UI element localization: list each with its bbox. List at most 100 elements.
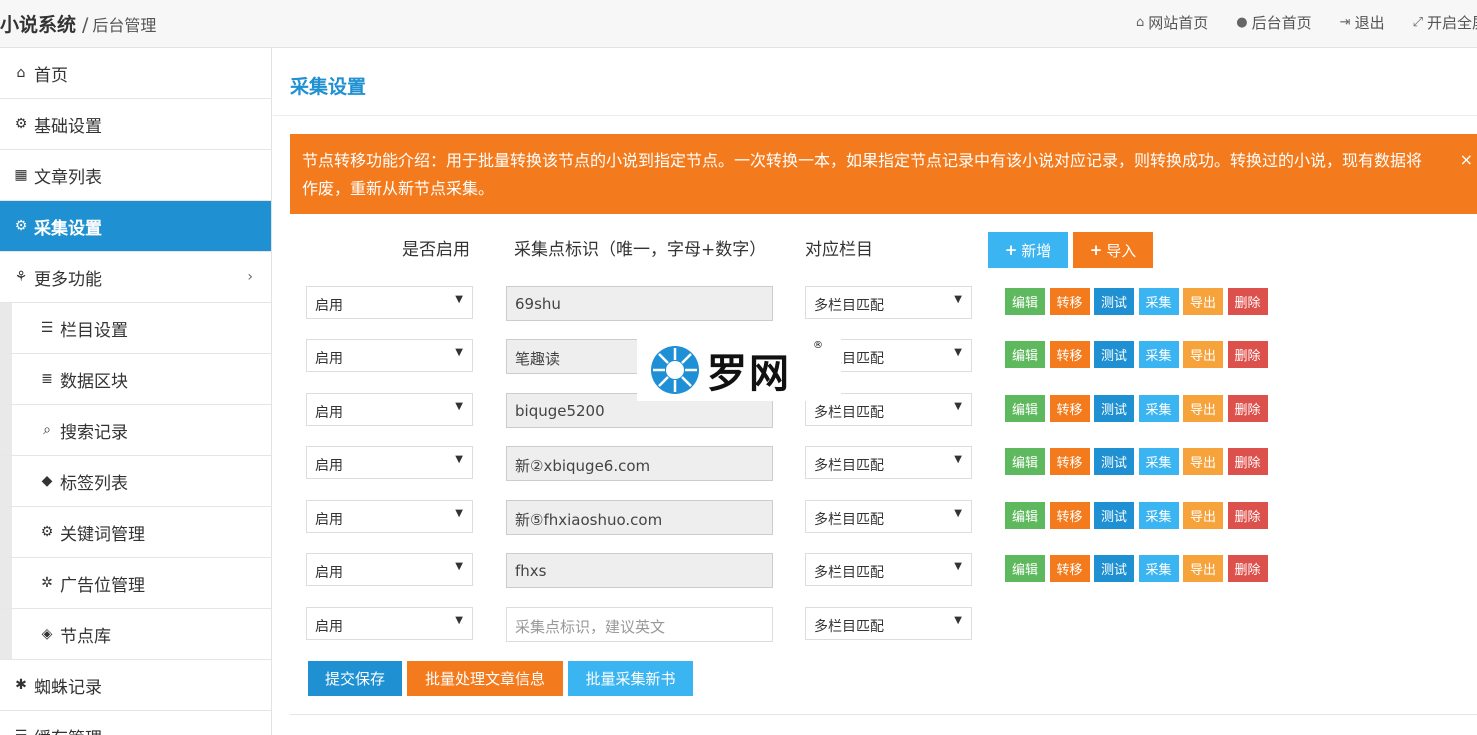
test-button[interactable]: 测试 [1094, 502, 1134, 529]
new-source-id-input[interactable]: 采集点标识，建议英文 [506, 607, 773, 642]
test-button[interactable]: 测试 [1094, 341, 1134, 368]
import-button[interactable]: + 导入 [1073, 232, 1153, 268]
brand-title: 小说系统 [0, 14, 77, 36]
collect-button[interactable]: 采集 [1138, 341, 1179, 368]
sidebar-item-tag-list[interactable]: ◆ 标签列表 [0, 456, 271, 507]
delete-button[interactable]: 删除 [1227, 448, 1268, 475]
transfer-button[interactable]: 转移 [1049, 448, 1090, 475]
sidebar-item-label: 数据区块 [60, 371, 128, 392]
sidebar-item-label: 蜘蛛记录 [34, 677, 102, 698]
link-site-home[interactable]: ⌂ 网站首页 [1136, 12, 1208, 33]
test-button[interactable]: 测试 [1094, 555, 1134, 582]
sidebar-item-more-features[interactable]: ⚘ 更多功能 › [0, 252, 271, 303]
database-icon: ≣ [41, 371, 53, 387]
sidebar-item-label: 节点库 [60, 626, 111, 647]
sidebar-item-search-records[interactable]: ⌕ 搜索记录 [0, 405, 271, 456]
collect-button[interactable]: 采集 [1138, 288, 1179, 315]
export-button[interactable]: 导出 [1183, 341, 1223, 368]
category-select[interactable]: 多栏目匹配 ▼ [805, 500, 972, 533]
export-button[interactable]: 导出 [1183, 395, 1223, 422]
edit-button[interactable]: 编辑 [1005, 288, 1045, 315]
enabled-select[interactable]: 启用 ▼ [306, 393, 473, 426]
edit-button[interactable]: 编辑 [1005, 555, 1045, 582]
plus-icon: + [1004, 241, 1018, 259]
select-value: 多栏目匹配 [814, 619, 884, 635]
category-select[interactable]: 多栏目匹配 ▼ [805, 446, 972, 479]
category-select[interactable]: 多栏目匹配 ▼ [805, 553, 972, 586]
sidebar-item-label: 基础设置 [34, 116, 102, 137]
enabled-select[interactable]: 启用 ▼ [306, 500, 473, 533]
export-button[interactable]: 导出 [1183, 502, 1223, 529]
sidebar-item-home[interactable]: ⌂ 首页 [0, 48, 271, 99]
delete-button[interactable]: 删除 [1227, 288, 1268, 315]
sidebar-item-category-settings[interactable]: ☰ 栏目设置 [0, 303, 271, 354]
link-logout[interactable]: ⇥ 退出 [1340, 12, 1385, 33]
export-button[interactable]: 导出 [1183, 448, 1223, 475]
sidebar-item-basic-settings[interactable]: ⚙ 基础设置 [0, 99, 271, 150]
transfer-button[interactable]: 转移 [1049, 395, 1090, 422]
sidebar-item-node-library[interactable]: ◈ 节点库 [0, 609, 271, 660]
delete-button[interactable]: 删除 [1227, 395, 1268, 422]
enabled-select[interactable]: 启用 ▼ [306, 553, 473, 586]
edit-button[interactable]: 编辑 [1005, 395, 1045, 422]
row-actions: 编辑 转移 测试 采集 导出 删除 [1005, 288, 1272, 315]
sidebar-item-collect-settings[interactable]: ⚙ 采集设置 [0, 201, 271, 252]
delete-button[interactable]: 删除 [1227, 555, 1268, 582]
source-id-field[interactable]: 新②xbiquge6.com [506, 446, 773, 481]
transfer-button[interactable]: 转移 [1049, 288, 1090, 315]
edit-button[interactable]: 编辑 [1005, 341, 1045, 368]
transfer-button[interactable]: 转移 [1049, 555, 1090, 582]
row-actions: 编辑 转移 测试 采集 导出 删除 [1005, 502, 1272, 529]
export-button[interactable]: 导出 [1183, 555, 1223, 582]
enabled-select[interactable]: 启用 ▼ [306, 607, 473, 640]
add-button[interactable]: + 新增 [988, 232, 1068, 268]
batch-collect-new-books-button[interactable]: 批量采集新书 [568, 661, 693, 696]
sidebar-item-keyword-management[interactable]: ⚙ 关键词管理 [0, 507, 271, 558]
source-id-field[interactable]: 69shu [506, 286, 773, 321]
page-title: 采集设置 [290, 76, 367, 98]
transfer-button[interactable]: 转移 [1049, 502, 1090, 529]
batch-process-articles-button[interactable]: 批量处理文章信息 [407, 661, 563, 696]
select-value: 启用 [315, 458, 343, 474]
collect-button[interactable]: 采集 [1138, 502, 1179, 529]
sidebar-item-cache-management[interactable]: ☰ 缓存管理 [0, 711, 271, 735]
tag-icon: ◆ [41, 473, 53, 489]
link-fullscreen[interactable]: ⤢开启全屏 [1413, 12, 1477, 33]
enabled-select[interactable]: 启用 ▼ [306, 339, 473, 372]
sidebar-item-data-blocks[interactable]: ≣ 数据区块 [0, 354, 271, 405]
category-select[interactable]: 多栏目匹配 ▼ [805, 607, 972, 640]
transfer-button[interactable]: 转移 [1049, 341, 1090, 368]
close-icon[interactable]: × [1460, 146, 1473, 174]
plus-icon: + [1089, 241, 1103, 259]
collect-button[interactable]: 采集 [1138, 395, 1179, 422]
sidebar-item-article-list[interactable]: ▦ 文章列表 [0, 150, 271, 201]
registered-mark: ® [813, 340, 823, 351]
edit-button[interactable]: 编辑 [1005, 448, 1045, 475]
collect-button[interactable]: 采集 [1138, 555, 1179, 582]
list-icon: ☰ [40, 320, 54, 336]
source-id-field[interactable]: 新⑤fhxiaoshuo.com [506, 500, 773, 535]
enabled-select[interactable]: 启用 ▼ [306, 446, 473, 479]
sidebar-item-label: 采集设置 [34, 218, 102, 239]
enabled-select[interactable]: 启用 ▼ [306, 286, 473, 319]
new-source-row: 启用 ▼ 采集点标识，建议英文 多栏目匹配 ▼ [273, 607, 1477, 642]
source-id-field[interactable]: fhxs [506, 553, 773, 588]
collect-button[interactable]: 采集 [1138, 448, 1179, 475]
sidebar-item-label: 首页 [34, 65, 68, 86]
top-links: ⌂网站首页 ●后台首页 ⇥退出 ⤢开启全屏 [1136, 12, 1477, 33]
link-admin-home[interactable]: ● 后台首页 [1236, 12, 1311, 33]
test-button[interactable]: 测试 [1094, 395, 1134, 422]
sidebar-item-ad-management[interactable]: ✲ 广告位管理 [0, 558, 271, 609]
delete-button[interactable]: 删除 [1227, 502, 1268, 529]
test-button[interactable]: 测试 [1094, 288, 1134, 315]
test-button[interactable]: 测试 [1094, 448, 1134, 475]
export-button[interactable]: 导出 [1183, 288, 1223, 315]
sidebar-item-label: 广告位管理 [60, 575, 145, 596]
select-value: 启用 [315, 619, 343, 635]
brand[interactable]: 小说系统 / 后台管理 [0, 10, 156, 37]
edit-button[interactable]: 编辑 [1005, 502, 1045, 529]
submit-save-button[interactable]: 提交保存 [308, 661, 402, 696]
sidebar-item-spider-records[interactable]: ✱ 蜘蛛记录 [0, 660, 271, 711]
category-select[interactable]: 多栏目匹配 ▼ [805, 286, 972, 319]
delete-button[interactable]: 删除 [1227, 341, 1268, 368]
